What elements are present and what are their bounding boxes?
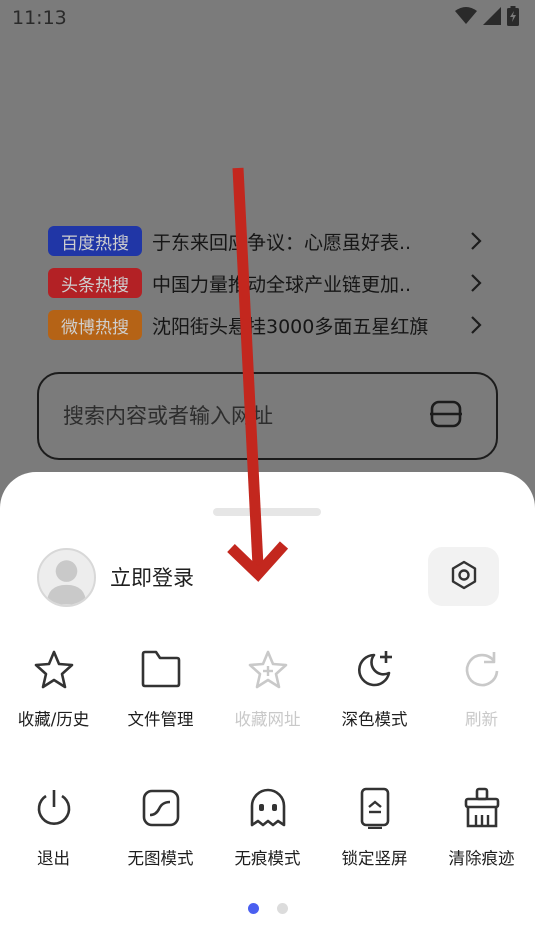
sheet-drag-handle[interactable] <box>213 508 321 516</box>
refresh-icon <box>460 647 504 691</box>
menu-item-label: 无痕模式 <box>234 849 301 868</box>
menu-item-label: 退出 <box>37 849 70 868</box>
hot-search-badge: 头条热搜 <box>48 268 142 298</box>
page-dot-active[interactable] <box>247 903 259 914</box>
menu-item-label: 锁定竖屏 <box>341 849 408 868</box>
menu-row-1: 收藏/历史 文件管理 收藏网址 深色模式 刷新 <box>0 647 535 730</box>
gear-icon <box>449 560 479 594</box>
bottom-sheet-menu: 立即登录 收藏/历史 文件管理 收藏网址 深色模式 刷新 退出 无图模式 无痕模… <box>0 472 535 951</box>
status-time: 11:13 <box>12 7 67 29</box>
hot-search-row-toutiao[interactable]: 头条热搜 中国力量推动全球产业链更加.. <box>48 262 488 304</box>
broom-icon <box>460 786 504 830</box>
battery-charging-icon <box>507 6 519 30</box>
search-box <box>37 372 498 460</box>
hot-search-text: 沈阳街头悬挂3000多面五星红旗 <box>152 315 429 338</box>
chevron-right-icon <box>464 273 488 293</box>
search-input[interactable] <box>63 404 430 428</box>
hot-search-row-baidu[interactable]: 百度热搜 于东来回应争议：心愿虽好表.. <box>48 220 488 262</box>
star-icon <box>32 647 76 691</box>
chevron-right-icon <box>464 315 488 335</box>
menu-item-incognito-mode[interactable]: 无痕模式 <box>214 786 321 869</box>
hot-search-row-weibo[interactable]: 微博热搜 沈阳街头悬挂3000多面五星红旗 <box>48 304 488 346</box>
menu-item-exit[interactable]: 退出 <box>0 786 107 869</box>
menu-item-lock-portrait[interactable]: 锁定竖屏 <box>321 786 428 869</box>
menu-item-favorites-history[interactable]: 收藏/历史 <box>0 647 107 730</box>
menu-item-label: 收藏/历史 <box>17 710 90 729</box>
menu-item-label: 深色模式 <box>341 710 408 729</box>
menu-item-label: 清除痕迹 <box>448 849 515 868</box>
hot-search-list: 百度热搜 于东来回应争议：心愿虽好表.. 头条热搜 中国力量推动全球产业链更加.… <box>48 220 488 346</box>
ghost-icon <box>246 786 290 830</box>
hot-search-text: 于东来回应争议：心愿虽好表.. <box>152 231 412 254</box>
no-image-icon <box>139 786 183 830</box>
menu-item-no-image-mode[interactable]: 无图模式 <box>107 786 214 869</box>
status-icons <box>455 6 519 30</box>
login-label[interactable]: 立即登录 <box>110 562 194 592</box>
scan-icon[interactable] <box>430 400 462 432</box>
chevron-right-icon <box>464 231 488 251</box>
menu-row-2: 退出 无图模式 无痕模式 锁定竖屏 清除痕迹 <box>0 786 535 869</box>
hot-search-text: 中国力量推动全球产业链更加.. <box>152 273 412 296</box>
status-bar: 11:13 <box>0 0 535 36</box>
cellular-signal-icon <box>483 7 501 29</box>
menu-item-label: 刷新 <box>465 710 498 729</box>
folder-icon <box>139 647 183 691</box>
hot-search-badge: 百度热搜 <box>48 226 142 256</box>
star-plus-icon <box>246 647 290 691</box>
avatar[interactable] <box>37 547 96 607</box>
settings-button[interactable] <box>428 547 499 606</box>
menu-item-clear-traces[interactable]: 清除痕迹 <box>428 786 535 869</box>
wifi-icon <box>455 7 477 29</box>
page-indicator <box>0 903 535 914</box>
hot-search-badge: 微博热搜 <box>48 310 142 340</box>
menu-item-dark-mode[interactable]: 深色模式 <box>321 647 428 730</box>
login-row[interactable]: 立即登录 <box>37 547 194 607</box>
moon-icon <box>353 647 397 691</box>
menu-item-label: 收藏网址 <box>234 710 301 729</box>
menu-item-file-manager[interactable]: 文件管理 <box>107 647 214 730</box>
menu-item-label: 文件管理 <box>127 710 194 729</box>
lock-portrait-icon <box>353 786 397 830</box>
page-dot[interactable] <box>276 903 288 914</box>
menu-item-refresh[interactable]: 刷新 <box>428 647 535 730</box>
menu-item-label: 无图模式 <box>127 849 194 868</box>
menu-item-bookmark-url[interactable]: 收藏网址 <box>214 647 321 730</box>
power-icon <box>32 786 76 830</box>
